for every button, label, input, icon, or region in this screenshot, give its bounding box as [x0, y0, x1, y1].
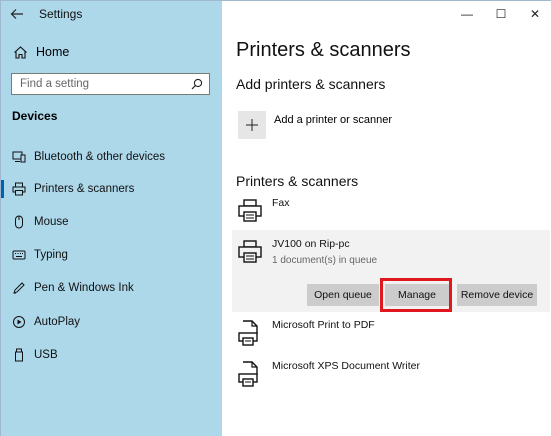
autoplay-icon: [12, 315, 26, 329]
back-arrow-icon: [10, 9, 23, 19]
sidebar-item-label: Printers & scanners: [34, 183, 135, 195]
printer-item-jv100[interactable]: JV100 on Rip-pc 1 document(s) in queue: [232, 238, 550, 266]
selected-printer-panel[interactable]: JV100 on Rip-pc 1 document(s) in queue O…: [232, 230, 550, 312]
printer-name: Fax: [272, 197, 290, 209]
printer-icon: [238, 199, 262, 222]
sidebar-item-autoplay[interactable]: AutoPlay: [1, 308, 222, 336]
printer-item-fax[interactable]: Fax: [232, 197, 550, 225]
add-heading: Add printers & scanners: [236, 76, 386, 92]
printer-name: Microsoft XPS Document Writer: [272, 360, 421, 372]
sidebar-item-label: Pen & Windows Ink: [34, 282, 134, 294]
sidebar-item-mouse[interactable]: Mouse: [1, 208, 222, 236]
close-button[interactable]: ✕: [518, 1, 551, 27]
window-controls: — ☐ ✕: [450, 1, 551, 27]
printer-item-xps-writer[interactable]: Microsoft XPS Document Writer: [232, 360, 550, 388]
mouse-icon: [12, 215, 26, 229]
add-printer-label: Add a printer or scanner: [274, 114, 393, 126]
nav-home[interactable]: Home: [1, 39, 222, 65]
add-printer-button[interactable]: Add a printer or scanner: [238, 111, 392, 139]
keyboard-icon: [12, 248, 26, 262]
manage-highlight-box: [380, 278, 452, 312]
sidebar-item-label: AutoPlay: [34, 316, 81, 328]
plus-icon: [238, 111, 266, 139]
settings-window: Settings Home Devices: [0, 0, 551, 436]
search-icon[interactable]: [191, 78, 203, 90]
printer-item-print-to-pdf[interactable]: Microsoft Print to PDF: [232, 319, 550, 347]
home-label: Home: [36, 45, 70, 59]
sidebar: Settings Home Devices: [1, 1, 222, 436]
maximize-button[interactable]: ☐: [484, 1, 518, 27]
usb-icon: [12, 348, 26, 362]
sidebar-item-label: Bluetooth & other devices: [34, 151, 166, 163]
sidebar-item-label: Mouse: [34, 216, 69, 228]
search-input[interactable]: [20, 78, 170, 90]
sidebar-item-bluetooth[interactable]: Bluetooth & other devices: [1, 143, 222, 171]
printer-icon: [238, 240, 262, 263]
page-title: Printers & scanners: [236, 39, 411, 61]
section-title: Devices: [12, 109, 58, 123]
printer-document-icon: [238, 320, 258, 346]
printer-document-icon: [238, 361, 258, 387]
pen-icon: [12, 281, 26, 295]
main-content: — ☐ ✕ Printers & scanners Add printers &…: [222, 1, 551, 436]
open-queue-button[interactable]: Open queue: [307, 284, 379, 306]
minimize-button[interactable]: —: [450, 1, 484, 27]
printer-status: 1 document(s) in queue: [272, 255, 378, 266]
sidebar-item-usb[interactable]: USB: [1, 341, 222, 369]
printer-icon: [12, 182, 26, 196]
sidebar-item-printers[interactable]: Printers & scanners: [1, 175, 222, 203]
sidebar-item-pen[interactable]: Pen & Windows Ink: [1, 274, 222, 302]
titlebar-left: Settings: [1, 1, 222, 27]
printer-name: Microsoft Print to PDF: [272, 319, 375, 331]
app-title: Settings: [39, 7, 83, 21]
sidebar-item-typing[interactable]: Typing: [1, 241, 222, 269]
sidebar-item-label: Typing: [34, 249, 68, 261]
back-button[interactable]: [1, 1, 33, 27]
printer-name: JV100 on Rip-pc: [272, 238, 350, 250]
printers-list-heading: Printers & scanners: [236, 173, 359, 189]
bluetooth-devices-icon: [12, 150, 26, 164]
sidebar-item-label: USB: [34, 349, 58, 361]
home-icon: [12, 44, 28, 60]
remove-device-button[interactable]: Remove device: [457, 284, 537, 306]
search-box[interactable]: [11, 73, 210, 95]
